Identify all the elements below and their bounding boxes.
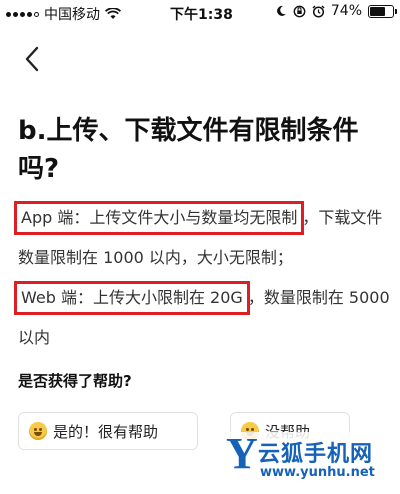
chevron-left-icon[interactable] [18, 42, 48, 76]
moon-icon [276, 5, 286, 16]
smile-emoji-icon [29, 422, 47, 440]
status-time: 下午1:38 [170, 7, 233, 23]
battery-percent: 74% [330, 3, 362, 19]
battery-fill [370, 6, 385, 16]
help-question: 是否获得了帮助? [18, 372, 132, 390]
status-left: 中国移动 [6, 4, 121, 24]
answer-text: App 端：上传文件大小与数量均无限制 ，下载文件数量限制在 1000 以内，大小… [13, 198, 390, 358]
status-bar: 中国移动 下午1:38 74% [0, 0, 400, 26]
signal-icon [6, 11, 39, 17]
watermark-url: www.yunhu.net [260, 465, 375, 480]
orientation-lock-icon [293, 5, 306, 17]
status-right: 74% [275, 3, 397, 19]
site-watermark: Y 云狐手机网 www.yunhu.net [226, 429, 396, 492]
article-title: b.上传、下载文件有限制条件吗? [18, 116, 359, 184]
helpful-yes-button[interactable]: 是的！很有帮助 [18, 412, 198, 450]
battery-icon [368, 4, 397, 18]
app-limit-highlight: App 端：上传文件大小与数量均无限制 [13, 201, 305, 235]
alarm-icon [312, 5, 325, 18]
helpful-yes-label: 是的！很有帮助 [53, 422, 159, 441]
watermark-site-name: 云狐手机网 [258, 442, 374, 467]
watermark-logo-letter: Y [226, 429, 258, 478]
back-button[interactable] [18, 42, 48, 76]
carrier-label: 中国移动 [44, 7, 100, 23]
web-limit-highlight: Web 端：上传大小限制在 20G [14, 281, 250, 315]
wifi-icon [105, 8, 121, 19]
